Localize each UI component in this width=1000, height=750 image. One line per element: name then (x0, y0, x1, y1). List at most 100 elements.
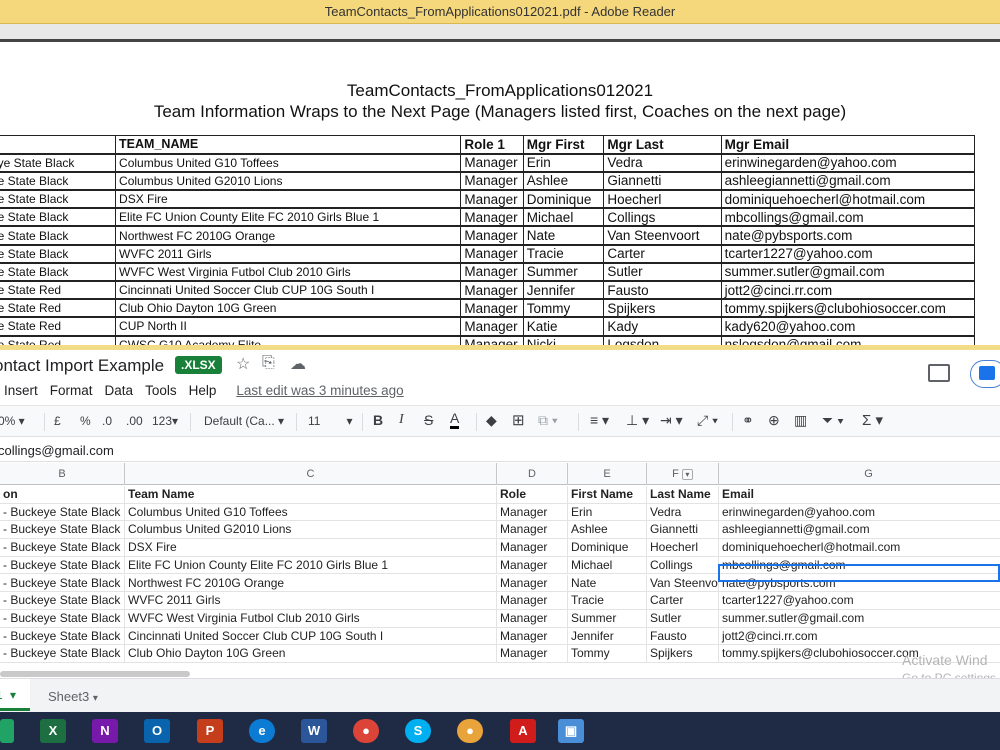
horizontal-align-icon[interactable]: ≡ ▾ (590, 412, 609, 429)
column-header-b[interactable]: B (0, 463, 125, 485)
app-icon[interactable] (0, 719, 14, 743)
cell-first-name[interactable]: Tracie (568, 592, 647, 610)
column-header-f[interactable]: F ▾ (647, 463, 719, 485)
cell-division[interactable]: - Buckeye State Black (0, 574, 125, 593)
cell-team-name[interactable]: Northwest FC 2010G Orange (125, 574, 497, 593)
skype-icon[interactable]: S (405, 719, 431, 743)
chrome-profile-icon[interactable]: ● (457, 719, 483, 743)
cell-role[interactable]: Manager (497, 503, 568, 522)
cell-division[interactable]: - Buckeye State Black (0, 503, 125, 522)
cell-division[interactable]: - Buckeye State Black (0, 627, 125, 646)
cell-division[interactable]: on (0, 486, 125, 504)
cell-last-name[interactable]: Sutler (647, 609, 719, 628)
cell-first-name[interactable]: Ashlee (568, 521, 647, 540)
column-header-c[interactable]: C (125, 463, 497, 485)
word-icon[interactable]: W (301, 719, 327, 743)
cell-team-name[interactable]: Columbus United G10 Toffees (125, 503, 497, 522)
cell-team-name[interactable]: Team Name (125, 486, 497, 504)
cell-last-name[interactable]: Carter (647, 592, 719, 610)
bold-icon[interactable]: B (373, 412, 383, 428)
cell-email[interactable]: summer.sutler@gmail.com (719, 610, 1000, 628)
cell-division[interactable]: - Buckeye State Black (0, 539, 125, 557)
comment-history-icon[interactable] (928, 364, 950, 382)
edge-icon[interactable]: e (249, 719, 275, 743)
horizontal-scrollbar[interactable] (0, 671, 190, 677)
cell-team-name[interactable]: WVFC 2011 Girls (125, 592, 497, 610)
cell-division[interactable]: - Buckeye State Black (0, 645, 125, 663)
cell-division[interactable]: - Buckeye State Black (0, 609, 125, 628)
decrease-decimal-button[interactable]: .0 (102, 414, 112, 428)
formula-bar[interactable]: collings@gmail.com (0, 438, 1000, 462)
increase-decimal-button[interactable]: .00 (126, 414, 143, 428)
chevron-down-icon[interactable]: ▾ (10, 688, 16, 702)
cell-role[interactable]: Manager (497, 609, 568, 628)
cell-email[interactable]: Email (719, 486, 1000, 504)
star-icon[interactable]: ☆ (236, 354, 250, 374)
document-title[interactable]: ontact Import Example (0, 356, 164, 376)
cell-team-name[interactable]: WVFC West Virginia Futbol Club 2010 Girl… (125, 609, 497, 628)
present-button[interactable] (970, 360, 1000, 388)
text-color-icon[interactable]: A (450, 411, 460, 429)
cell-first-name[interactable]: Jennifer (568, 627, 647, 646)
powerpoint-icon[interactable]: P (197, 719, 223, 743)
cell-first-name[interactable]: Nate (568, 574, 647, 593)
functions-icon[interactable]: Σ ▾ (862, 411, 883, 429)
borders-icon[interactable]: ⊞ (512, 411, 525, 429)
column-header-g[interactable]: G (719, 463, 1000, 485)
cell-last-name[interactable]: Vedra (647, 503, 719, 522)
percent-format-button[interactable]: % (80, 414, 91, 428)
cell-first-name[interactable]: Dominique (568, 539, 647, 557)
zoom-select[interactable]: 0% ▾ (0, 414, 25, 428)
cell-last-name[interactable]: Van Steenvo (647, 574, 719, 593)
fill-color-icon[interactable]: ◆ (486, 412, 497, 429)
chrome-icon[interactable]: ● (353, 719, 379, 743)
cell-first-name[interactable]: Michael (568, 556, 647, 575)
cell-role[interactable]: Manager (497, 539, 568, 557)
insert-comment-icon[interactable]: ⊕ (768, 412, 780, 429)
insert-chart-icon[interactable]: ▥ (794, 412, 807, 429)
cell-email[interactable]: dominiquehoecherl@hotmail.com (719, 539, 1000, 557)
cell-first-name[interactable]: First Name (568, 486, 647, 504)
cell-team-name[interactable]: Cincinnati United Soccer Club CUP 10G So… (125, 627, 497, 646)
filter-dropdown-icon[interactable]: ▾ (681, 468, 693, 480)
cell-team-name[interactable]: Elite FC Union County Elite FC 2010 Girl… (125, 556, 497, 575)
cell-role[interactable]: Manager (497, 521, 568, 540)
cell-role[interactable]: Manager (497, 627, 568, 646)
outlook-icon[interactable]: O (144, 719, 170, 743)
cell-email[interactable]: erinwinegarden@yahoo.com (719, 504, 1000, 522)
menu-data[interactable]: Data (105, 383, 134, 398)
pdf-window-titlebar[interactable]: TeamContacts_FromApplications012021.pdf … (0, 0, 1000, 24)
photos-icon[interactable]: ▣ (558, 719, 584, 743)
cell-email[interactable]: ashleegiannetti@gmail.com (719, 521, 1000, 539)
menu-insert[interactable]: Insert (4, 383, 38, 398)
merge-cells-icon[interactable]: ⧉ ▾ (538, 412, 558, 429)
cell-last-name[interactable]: Collings (647, 556, 719, 575)
cell-division[interactable]: - Buckeye State Black (0, 592, 125, 610)
cell-team-name[interactable]: DSX Fire (125, 539, 497, 557)
cell-division[interactable]: - Buckeye State Black (0, 556, 125, 575)
text-wrapping-icon[interactable]: ⇥ ▾ (660, 412, 683, 429)
last-edit-link[interactable]: Last edit was 3 minutes ago (236, 383, 403, 398)
onenote-icon[interactable]: N (92, 719, 118, 743)
menu-format[interactable]: Format (50, 383, 93, 398)
cell-role[interactable]: Manager (497, 574, 568, 593)
cell-last-name[interactable]: Last Name (647, 486, 719, 504)
sheet-tab-sheet3[interactable]: Sheet3 ▾ (48, 689, 98, 704)
vertical-align-icon[interactable]: ⊥ ▾ (626, 412, 649, 429)
acrobat-icon[interactable]: A (510, 719, 536, 743)
more-formats-select[interactable]: 123▾ (152, 414, 178, 428)
font-select[interactable]: Default (Ca... ▾ (204, 414, 284, 428)
cell-last-name[interactable]: Fausto (647, 627, 719, 646)
cell-role[interactable]: Role (497, 486, 568, 504)
insert-link-icon[interactable]: ⚭ (742, 412, 754, 429)
sheet-tab-active[interactable]: 1▾ (0, 679, 30, 711)
cell-last-name[interactable]: Giannetti (647, 521, 719, 540)
filter-icon[interactable]: ⏷ ▾ (822, 412, 844, 429)
strikethrough-icon[interactable]: S (424, 412, 433, 428)
cell-role[interactable]: Manager (497, 556, 568, 575)
cell-last-name[interactable]: Spijkers (647, 645, 719, 663)
cell-role[interactable]: Manager (497, 645, 568, 663)
cloud-status-icon[interactable]: ☁ (290, 354, 306, 374)
excel-icon[interactable]: X (40, 719, 66, 743)
cell-division[interactable]: - Buckeye State Black (0, 521, 125, 540)
